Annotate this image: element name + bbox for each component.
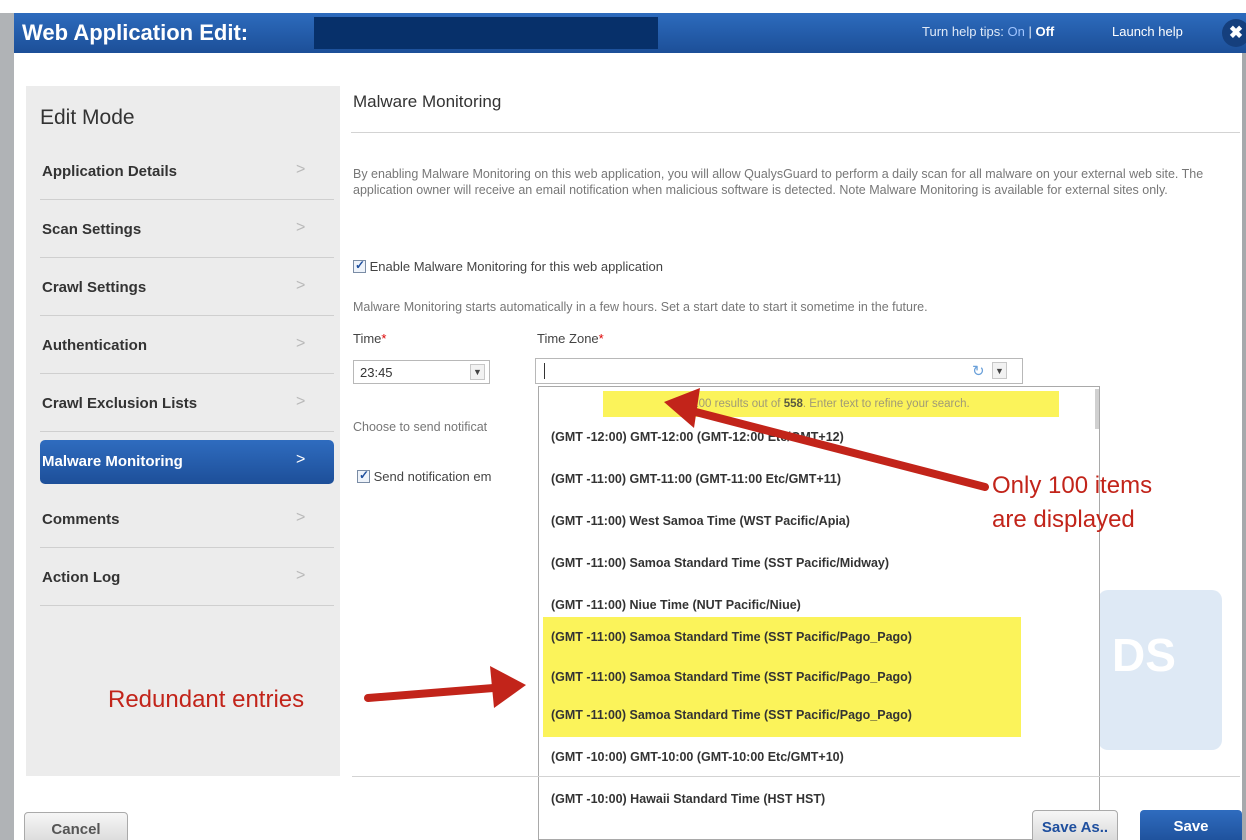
sidebar-item-authentication[interactable]: Authentication > <box>40 318 334 374</box>
sidebar-item-crawl-exclusion-lists[interactable]: Crawl Exclusion Lists > <box>40 376 334 432</box>
help-tips-off-link[interactable]: Off <box>1035 24 1054 39</box>
time-label-text: Time <box>353 331 382 346</box>
results-total: 558 <box>783 398 803 410</box>
sidebar-item-label: Action Log <box>42 569 121 586</box>
time-zone-option[interactable]: (GMT -10:00) Hawaii Standard Time (HST H… <box>539 779 1019 821</box>
chevron-right-icon: > <box>296 335 306 352</box>
background-logo: DS <box>1098 590 1222 750</box>
option-label: (GMT -11:00) Samoa Standard Time (SST Pa… <box>551 708 912 722</box>
send-notification-row: Send notification em <box>357 468 492 484</box>
enable-malware-monitoring-label: Enable Malware Monitoring for this web a… <box>369 259 664 274</box>
option-label: (GMT -11:00) Samoa Standard Time (SST Pa… <box>551 670 912 684</box>
save-button[interactable]: Save <box>1140 810 1242 840</box>
chevron-right-icon: > <box>296 509 306 526</box>
save-as-button[interactable]: Save As.. <box>1032 810 1118 840</box>
time-zone-option[interactable]: (GMT -11:00) GMT-11:00 (GMT-11:00 Etc/GM… <box>539 459 1019 501</box>
chevron-right-icon: > <box>296 277 306 294</box>
option-label: (GMT -12:00) GMT-12:00 (GMT-12:00 Etc/GM… <box>551 430 844 444</box>
send-notification-checkbox[interactable] <box>357 468 370 483</box>
option-label: (GMT -11:00) West Samoa Time (WST Pacifi… <box>551 514 850 528</box>
section-description: By enabling Malware Monitoring on this w… <box>353 167 1204 197</box>
close-icon[interactable]: ✖ <box>1222 19 1246 47</box>
sidebar-item-label: Comments <box>42 511 120 528</box>
background-logo-text: DS <box>1112 629 1176 681</box>
sidebar-item-label: Authentication <box>42 337 147 354</box>
chevron-right-icon: > <box>296 219 306 236</box>
refresh-icon[interactable]: ↻ <box>972 362 985 380</box>
time-zone-option-duplicate[interactable]: (GMT -11:00) Samoa Standard Time (SST Pa… <box>543 617 1021 657</box>
window-left-edge <box>0 13 14 840</box>
time-zone-input[interactable]: ↻ ▼ <box>535 358 1023 384</box>
time-zone-option[interactable]: (GMT -11:00) Samoa Standard Time (SST Pa… <box>539 543 1019 585</box>
option-label: (GMT -10:00) GMT-10:00 (GMT-10:00 Etc/GM… <box>551 750 844 764</box>
sidebar-item-label: Application Details <box>42 163 178 180</box>
sidebar-item-comments[interactable]: Comments > <box>40 492 334 548</box>
footer-divider <box>352 776 1240 777</box>
annotation-only-100: Only 100 items are displayed <box>992 469 1152 537</box>
required-mark: * <box>598 331 604 346</box>
sidebar-item-label: Scan Settings <box>42 221 142 238</box>
time-zone-option-duplicate[interactable]: (GMT -11:00) Samoa Standard Time (SST Pa… <box>543 657 1021 695</box>
time-zone-dropdown-list[interactable]: 100 results out of 558. Enter text to re… <box>538 386 1100 840</box>
time-zone-option[interactable]: (GMT -10:00) GMT-10:00 (GMT-10:00 Etc/GM… <box>539 737 1019 779</box>
enable-malware-monitoring-row: Enable Malware Monitoring for this web a… <box>353 258 664 274</box>
sidebar-item-malware-monitoring[interactable]: Malware Monitoring > <box>40 440 334 484</box>
sidebar-item-application-details[interactable]: Application Details > <box>40 144 334 200</box>
option-label: (GMT -11:00) Niue Time (NUT Pacific/Niue… <box>551 598 801 612</box>
window-title: Web Application Edit: <box>22 20 249 45</box>
help-tips-on-link[interactable]: On <box>1008 24 1025 39</box>
window-right-edge <box>1242 53 1246 840</box>
help-tips-label: Turn help tips: <box>922 24 1008 39</box>
help-tips-toggle[interactable]: Turn help tips: On | Off <box>922 24 1054 39</box>
chevron-down-icon[interactable]: ▼ <box>470 364 485 380</box>
time-select-value: 23:45 <box>360 365 393 380</box>
sidebar-item-label: Crawl Exclusion Lists <box>42 395 198 412</box>
chevron-right-icon: > <box>296 567 306 584</box>
required-mark: * <box>381 331 387 346</box>
option-label: (GMT -10:00) Hawaii Standard Time (HST H… <box>551 792 826 806</box>
start-note: Malware Monitoring starts automatically … <box>353 300 928 314</box>
time-zone-option-duplicate[interactable]: (GMT -11:00) Samoa Standard Time (SST Pa… <box>543 695 1021 737</box>
section-title: Malware Monitoring <box>353 92 502 111</box>
chevron-right-icon: > <box>296 393 306 410</box>
sidebar-item-label: Malware Monitoring <box>42 453 183 470</box>
sidebar-item-label: Crawl Settings <box>42 279 147 296</box>
time-zone-option[interactable]: (GMT -11:00) West Samoa Time (WST Pacifi… <box>539 501 1019 543</box>
time-zone-label: Time Zone* <box>537 331 604 346</box>
option-label: (GMT -11:00) GMT-11:00 (GMT-11:00 Etc/GM… <box>551 472 842 486</box>
sidebar: Edit Mode Application Details > Scan Set… <box>26 86 340 776</box>
notification-note: Choose to send notificat <box>353 420 488 434</box>
chevron-down-icon[interactable]: ▼ <box>992 362 1007 379</box>
sidebar-item-scan-settings[interactable]: Scan Settings > <box>40 202 334 258</box>
section-divider <box>351 132 1240 133</box>
results-summary-suffix: . Enter text to refine your search. <box>802 398 970 410</box>
sidebar-item-crawl-settings[interactable]: Crawl Settings > <box>40 260 334 316</box>
arrow-to-redundant-entries <box>364 666 526 708</box>
send-notification-label: Send notification em <box>373 469 492 484</box>
annotation-line: Only 100 items <box>992 472 1153 499</box>
redacted-app-name <box>314 17 658 49</box>
option-label: (GMT -11:00) Samoa Standard Time (SST Pa… <box>551 630 912 644</box>
annotation-redundant-entries: Redundant entries <box>108 686 305 713</box>
chevron-right-icon: > <box>296 161 306 178</box>
time-zone-option[interactable]: (GMT -12:00) GMT-12:00 (GMT-12:00 Etc/GM… <box>539 417 1019 459</box>
sidebar-item-action-log[interactable]: Action Log > <box>40 550 334 606</box>
launch-help-link[interactable]: Launch help <box>1112 24 1183 39</box>
annotation-line: are displayed <box>992 506 1135 533</box>
enable-malware-monitoring-checkbox[interactable] <box>353 258 366 273</box>
text-caret <box>544 363 545 379</box>
time-label: Time* <box>353 331 386 346</box>
time-select[interactable]: 23:45 ▼ <box>353 360 490 384</box>
results-summary: 100 results out of 558. Enter text to re… <box>603 391 1059 417</box>
sidebar-heading: Edit Mode <box>40 106 135 129</box>
option-label: (GMT -11:00) Samoa Standard Time (SST Pa… <box>551 556 890 570</box>
dropdown-scrollbar[interactable] <box>1095 389 1099 429</box>
help-tips-separator: | <box>1024 24 1036 39</box>
results-summary-prefix: 100 results out of <box>692 398 784 410</box>
cancel-button[interactable]: Cancel <box>24 812 128 840</box>
title-bar: Web Application Edit: Turn help tips: On… <box>14 13 1246 53</box>
time-zone-label-text: Time Zone <box>537 331 599 346</box>
chevron-right-icon: > <box>296 451 306 468</box>
